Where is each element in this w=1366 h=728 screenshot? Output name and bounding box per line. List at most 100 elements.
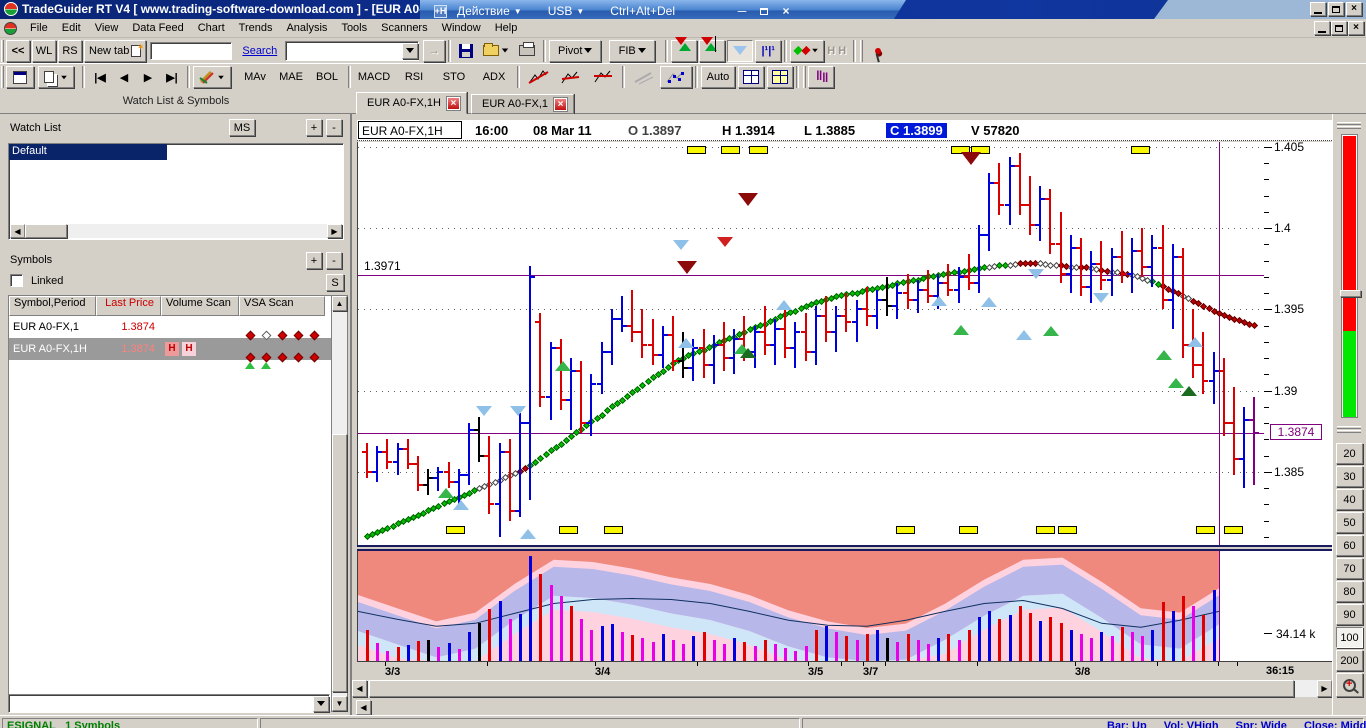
sidebar-grip[interactable] <box>1337 430 1361 433</box>
watchlist-item-default[interactable]: Default <box>9 144 167 160</box>
chart-hscrollbar[interactable]: ◀ ▶ <box>352 680 1332 697</box>
sidebar-grip[interactable] <box>1337 126 1361 129</box>
scroll-thumb[interactable] <box>332 434 347 692</box>
remote-close-button[interactable]: × <box>775 3 797 19</box>
grid-layout-alt-button[interactable] <box>767 66 793 88</box>
ms-button[interactable]: MS <box>229 119 255 136</box>
symbol-combobox[interactable] <box>285 41 419 61</box>
price-pane[interactable]: 1.3971 <box>357 142 1264 545</box>
bars-count-200-button[interactable]: 200 <box>1336 650 1363 671</box>
pin-chart-button[interactable] <box>865 40 891 62</box>
menu-chart[interactable]: Chart <box>191 20 232 36</box>
combo-dropdown-button[interactable] <box>313 696 329 712</box>
toolbar-grip[interactable] <box>860 40 863 62</box>
bars-count-40-button[interactable]: 40 <box>1336 489 1363 510</box>
toolbar-grip[interactable] <box>1 66 4 88</box>
linked-checkbox[interactable] <box>10 274 23 287</box>
search-link[interactable]: Search <box>242 45 277 57</box>
watchlist-button[interactable]: WL <box>32 40 56 62</box>
remote-usb-menu[interactable]: USB▼ <box>548 4 585 18</box>
combo-dropdown-button[interactable] <box>402 43 418 59</box>
bars-count-90-button[interactable]: 90 <box>1336 604 1363 625</box>
bars-display-button[interactable]: |¹|¹ <box>755 40 781 62</box>
symbols-add-button[interactable]: + <box>306 252 322 269</box>
calendar-button[interactable] <box>6 66 34 88</box>
scroll-thumb[interactable] <box>25 224 67 238</box>
indicator-settings-dropdown[interactable] <box>193 66 231 88</box>
zoom-button[interactable] <box>1336 673 1363 697</box>
column-header[interactable]: Last Price <box>96 296 161 316</box>
trend-tool-1-button[interactable] <box>523 66 555 88</box>
pivot-dropdown[interactable]: Pivot <box>549 40 601 62</box>
chart-symbol-box[interactable]: EUR A0-FX,1H <box>358 121 462 139</box>
tab-close-icon[interactable]: × <box>554 98 567 111</box>
scroll-left-button[interactable]: ◀ <box>352 680 367 697</box>
pin-toolbar-icon[interactable]: +H <box>434 5 447 18</box>
mdi-close-button[interactable]: × <box>1348 21 1364 35</box>
indicator-rsi-button[interactable]: RSI <box>394 66 434 88</box>
vsa-signals-button[interactable] <box>671 40 697 62</box>
bars-count-30-button[interactable]: 30 <box>1336 466 1363 487</box>
watchlist-listbox[interactable]: Default ◀ ▶ <box>8 143 344 240</box>
menu-help[interactable]: Help <box>488 20 525 36</box>
scroll-up-button[interactable]: ▲ <box>332 296 347 311</box>
vsa-alerts-button[interactable] <box>699 40 725 62</box>
table-row[interactable]: EUR A0-FX,1H1.3874HH <box>9 338 331 360</box>
column-header[interactable]: VSA Scan <box>239 296 325 316</box>
indicator-adx-button[interactable]: ADX <box>474 66 514 88</box>
print-button[interactable] <box>514 40 540 62</box>
s-button[interactable]: S <box>326 274 344 291</box>
indicator-sto-button[interactable]: STO <box>434 66 474 88</box>
menu-data-feed[interactable]: Data Feed <box>125 20 190 36</box>
symbol-entry-combobox[interactable] <box>8 694 330 713</box>
indicator-macd-button[interactable]: MACD <box>354 66 394 88</box>
close-button[interactable]: × <box>1346 2 1362 16</box>
new-tab-button[interactable]: New tab ✶ <box>84 40 146 62</box>
tab-close-icon[interactable]: × <box>447 97 460 110</box>
diamond-signals-dropdown[interactable] <box>790 40 824 62</box>
realtime-scanner-button[interactable]: RS <box>58 40 82 62</box>
menu-file[interactable]: File <box>23 20 55 36</box>
remote-ctrl-alt-del[interactable]: Ctrl+Alt+Del <box>610 4 675 18</box>
trend-tool-3-button[interactable] <box>587 66 619 88</box>
step-forward-button[interactable]: ▶ <box>136 66 160 88</box>
tab-eur-a0-fx-1[interactable]: EUR A0-FX,1× <box>471 94 574 114</box>
bars-count-60-button[interactable]: 60 <box>1336 535 1363 556</box>
scroll-left-button[interactable]: ◀ <box>10 224 25 238</box>
fib-dropdown[interactable]: FIB <box>609 40 655 62</box>
menu-analysis[interactable]: Analysis <box>279 20 334 36</box>
minimize-button[interactable] <box>1310 2 1326 16</box>
scroll-right-button[interactable]: ▶ <box>1317 680 1332 697</box>
time-axis[interactable]: 3/33/43/53/73/8 <box>357 661 1264 681</box>
auto-scale-button[interactable]: Auto <box>701 66 735 88</box>
watchlist-hscrollbar[interactable]: ◀ ▶ <box>10 224 342 238</box>
menu-window[interactable]: Window <box>435 20 488 36</box>
toolbar-grip[interactable] <box>803 66 806 88</box>
price-axis[interactable]: 1.4051.41.3951.391.3851.3874 <box>1264 142 1332 545</box>
grid-layout-button[interactable] <box>738 66 764 88</box>
restore-button[interactable] <box>1328 2 1344 16</box>
bars-count-20-button[interactable]: 20 <box>1336 443 1363 464</box>
cursor-line[interactable] <box>1219 142 1220 545</box>
menu-view[interactable]: View <box>88 20 126 36</box>
column-header[interactable]: Volume Scan <box>161 296 239 316</box>
volume-axis[interactable]: 34.14 k <box>1264 551 1332 661</box>
symbol-search-input[interactable] <box>150 42 232 60</box>
trend-tool-2-button[interactable] <box>555 66 587 88</box>
watchlist-add-button[interactable]: + <box>306 119 322 136</box>
meter-slider-handle[interactable] <box>1340 290 1361 297</box>
remote-restore-button[interactable] <box>753 3 775 19</box>
indicator-mae-button[interactable]: MAE <box>273 66 309 88</box>
menu-scanners[interactable]: Scanners <box>374 20 434 36</box>
indicator-bol-button[interactable]: BOL <box>309 66 345 88</box>
bars-count-100-button[interactable]: 100 <box>1336 627 1363 648</box>
symbols-vscrollbar[interactable]: ▲ ▼ <box>331 295 348 712</box>
indicator-mav-button[interactable]: MAv <box>237 66 273 88</box>
watchlist-remove-button[interactable]: - <box>326 119 342 136</box>
goto-last-bar-button[interactable]: ▶| <box>160 66 184 88</box>
menu-edit[interactable]: Edit <box>55 20 88 36</box>
menu-trends[interactable]: Trends <box>232 20 280 36</box>
open-button[interactable] <box>478 40 514 62</box>
markers-toggle-button[interactable] <box>727 40 753 62</box>
volume-pane[interactable] <box>357 551 1264 661</box>
